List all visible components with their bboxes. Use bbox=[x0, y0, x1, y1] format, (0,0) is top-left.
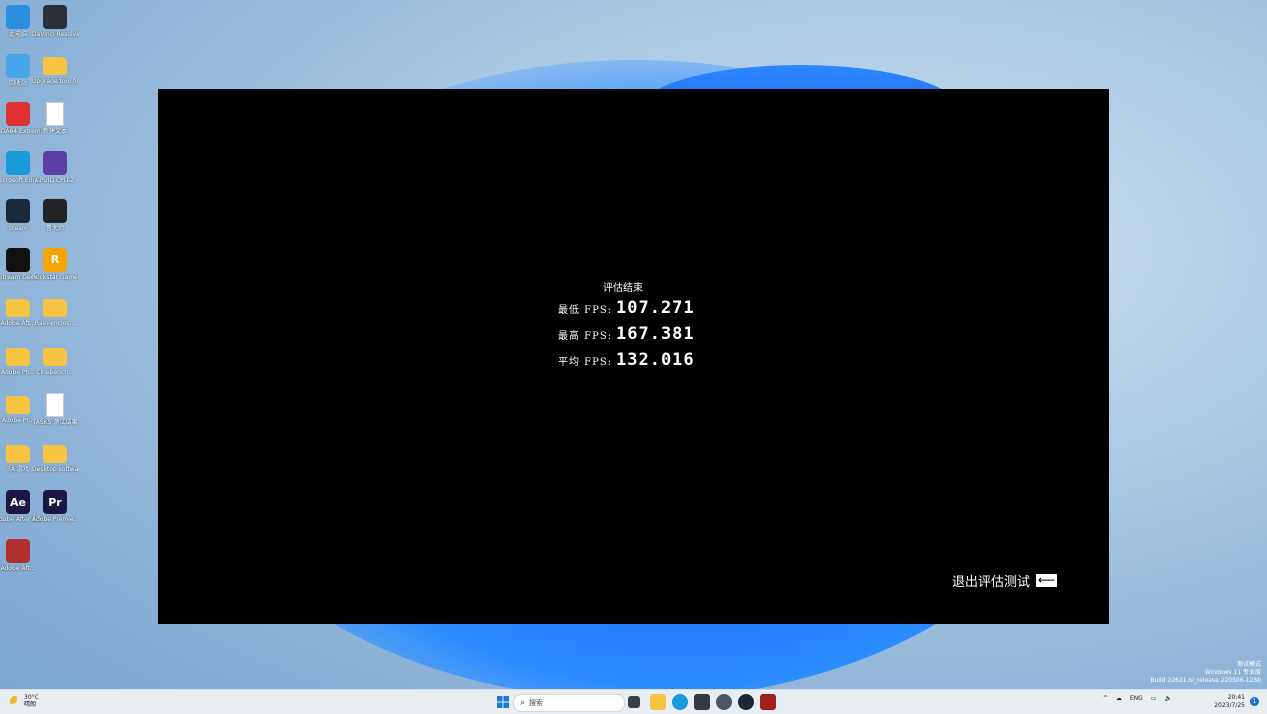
avg-fps-label: 平均 FPS: bbox=[558, 357, 613, 368]
language-indicator[interactable]: ENG bbox=[1130, 695, 1143, 702]
desktop-icon-label: Adobe Premie... bbox=[32, 516, 78, 523]
davinci-icon bbox=[43, 5, 67, 29]
folder-icon bbox=[6, 444, 30, 463]
premiere-icon: Pr bbox=[43, 490, 67, 514]
desktop-icon-label: 鲁大师 bbox=[45, 225, 64, 232]
desktop-icon-label: Rain-enclos... bbox=[34, 320, 76, 327]
desktop-icon[interactable]: TASKS 测试结果 bbox=[32, 393, 78, 426]
clock-time: 20:41 bbox=[1227, 694, 1245, 701]
desktop-icon[interactable]: RRockstar Games... bbox=[32, 247, 78, 281]
notification-badge[interactable]: 1 bbox=[1250, 697, 1259, 706]
desktop-icon[interactable]: DaVinci Resolve bbox=[32, 5, 78, 38]
volume-icon[interactable]: 🔈 bbox=[1165, 695, 1172, 702]
computer-icon bbox=[6, 5, 30, 29]
desktop-icon-label: CPUID CPU-Z bbox=[35, 176, 75, 184]
desktop-icon-label: 新建文本 bbox=[42, 128, 67, 135]
app-icon[interactable] bbox=[716, 694, 732, 710]
min-fps-value: 107.271 bbox=[616, 298, 695, 318]
folder-icon bbox=[43, 299, 67, 317]
weather-widget[interactable]: 30°C 晴朗 bbox=[10, 694, 39, 708]
edge-icon bbox=[6, 150, 30, 175]
watermark-line3: Build 22621.ni_release.220506-1250 bbox=[1150, 677, 1261, 684]
desktop-icon-label: Upgrade tool for Premi... bbox=[32, 77, 78, 85]
aida-icon bbox=[6, 102, 30, 126]
desktop-icon-label: Rockstar Games... bbox=[32, 273, 78, 281]
file-explorer-icon[interactable] bbox=[650, 694, 666, 710]
desktop-icon-label: Desktop software bbox=[32, 465, 78, 473]
edge-icon[interactable] bbox=[672, 694, 688, 710]
file-icon bbox=[46, 393, 64, 417]
max-fps-value: 167.381 bbox=[616, 324, 695, 344]
weather-temp: 30°C bbox=[24, 694, 39, 701]
desktop-icon[interactable]: 鲁大师 bbox=[32, 199, 78, 232]
store-icon[interactable] bbox=[694, 694, 710, 710]
display-icon[interactable]: ▭ bbox=[1151, 695, 1157, 702]
result-title: 评估结束 bbox=[603, 283, 643, 294]
windows-watermark: 测试模式 Windows 11 专业版 Build 22621.ni_relea… bbox=[1150, 661, 1261, 685]
watermark-line1: 测试模式 bbox=[1236, 661, 1261, 668]
streamdeck-icon bbox=[6, 247, 30, 272]
desktop-icon[interactable]: Upgrade tool for Premi... bbox=[32, 54, 78, 85]
winrar-icon bbox=[6, 538, 30, 563]
search-placeholder: 搜索 bbox=[529, 699, 544, 707]
taskbar: 30°C 晴朗 ⌕ 搜索 ^ ☁ ENG ▭ 🔈 20:41 2023/7/25… bbox=[0, 689, 1267, 714]
file-icon bbox=[46, 102, 64, 126]
steam-icon[interactable] bbox=[738, 694, 754, 710]
rockstar-icon: R bbox=[43, 247, 67, 272]
folder-icon bbox=[6, 396, 30, 414]
exit-benchmark-label: 退出评估测试 bbox=[951, 575, 1030, 590]
folder-icon bbox=[6, 299, 30, 317]
watermark-line2: Windows 11 专业版 bbox=[1204, 669, 1261, 676]
avg-fps-row: 平均 FPS: 132.016 bbox=[558, 350, 708, 376]
desktop-icon[interactable]: Rain-enclos... bbox=[32, 296, 78, 327]
desktop-icon-label: Cinebench... bbox=[36, 368, 74, 376]
moon-icon bbox=[10, 696, 20, 706]
arrow-left-icon: ⟵ bbox=[1036, 573, 1057, 587]
desktop-icon[interactable]: Adobe Aft... bbox=[0, 538, 41, 572]
cpuz-icon bbox=[43, 150, 67, 175]
benchmark-window: 评估结束 最低 FPS: 107.271 最高 FPS: 167.381 平均 … bbox=[158, 89, 1109, 624]
search-icon: ⌕ bbox=[520, 698, 526, 708]
max-fps-label: 最高 FPS: bbox=[558, 331, 613, 342]
desktop-icon[interactable]: Cinebench... bbox=[32, 345, 78, 376]
folder-icon bbox=[43, 56, 67, 75]
desktop-icon-label: TASKS 测试结果 bbox=[32, 419, 78, 426]
max-fps-row: 最高 FPS: 167.381 bbox=[558, 324, 708, 350]
weather-text: 晴朗 bbox=[24, 701, 37, 708]
result-panel: 评估结束 最低 FPS: 107.271 最高 FPS: 167.381 平均 … bbox=[558, 279, 708, 376]
folder-icon bbox=[6, 347, 30, 366]
steam-icon bbox=[6, 199, 30, 223]
exit-benchmark-button[interactable]: 退出评估测试 ⟵ bbox=[952, 571, 1057, 590]
chevron-up-icon[interactable]: ^ bbox=[1103, 695, 1108, 702]
desktop-icon[interactable]: CPUID CPU-Z bbox=[32, 150, 78, 184]
clock-date: 2023/7/25 bbox=[1214, 702, 1245, 709]
network-icon[interactable]: ☁ bbox=[1116, 695, 1122, 702]
min-fps-row: 最低 FPS: 107.271 bbox=[558, 298, 708, 324]
taskbar-search[interactable]: ⌕ 搜索 bbox=[513, 694, 625, 712]
windows-start-icon[interactable] bbox=[495, 694, 511, 710]
after-effects-icon: Ae bbox=[6, 490, 30, 514]
game-icon[interactable] bbox=[760, 694, 776, 710]
recycle-bin-icon bbox=[6, 53, 30, 78]
clock[interactable]: 20:41 2023/7/25 bbox=[1214, 694, 1245, 710]
task-view-icon[interactable] bbox=[628, 696, 640, 708]
desktop-icon-label: Adobe Aft... bbox=[0, 564, 36, 572]
avg-fps-value: 132.016 bbox=[616, 350, 695, 370]
desktop-icon[interactable]: Desktop software bbox=[32, 442, 78, 473]
system-tray: ^ ☁ ENG ▭ 🔈 bbox=[1103, 695, 1172, 702]
folder-icon bbox=[43, 347, 67, 366]
ludashi-icon bbox=[43, 199, 67, 223]
desktop-icon[interactable]: 新建文本 bbox=[32, 102, 78, 135]
min-fps-label: 最低 FPS: bbox=[558, 305, 613, 316]
folder-icon bbox=[43, 444, 67, 463]
desktop-icon[interactable]: Pr Adobe Premie... bbox=[32, 490, 78, 523]
desktop-icon-label: DaVinci Resolve bbox=[32, 31, 78, 38]
